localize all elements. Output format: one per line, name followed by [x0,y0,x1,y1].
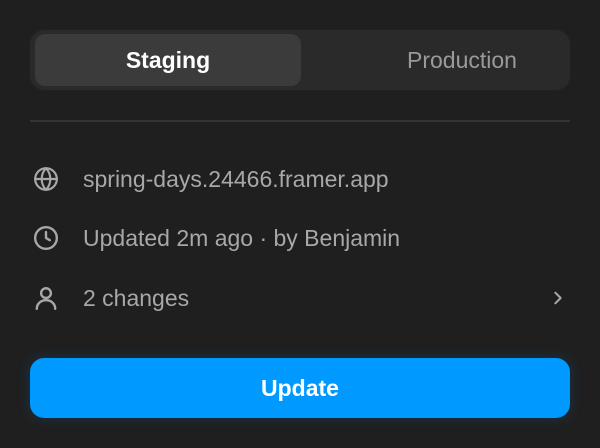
changes-count: 2 changes [83,284,190,311]
chevron-right-icon[interactable] [546,286,570,310]
tab-staging[interactable]: Staging [35,34,301,86]
last-updated-text: Updated 2m ago · by Benjamin [83,224,401,251]
update-button[interactable]: Update [30,358,570,418]
tab-production[interactable]: Production [329,34,595,86]
last-updated-row: Updated 2m ago · by Benjamin [30,218,570,258]
globe-icon [30,163,62,195]
clock-icon [30,222,62,254]
divider [30,120,570,122]
site-url-row: spring-days.24466.framer.app [30,159,570,199]
environment-switcher: Staging Production [30,30,570,90]
person-icon [30,282,62,314]
site-url[interactable]: spring-days.24466.framer.app [83,166,389,193]
changes-row[interactable]: 2 changes [30,278,570,318]
publish-panel: Staging Production spring-days.24466.fra… [0,0,600,448]
